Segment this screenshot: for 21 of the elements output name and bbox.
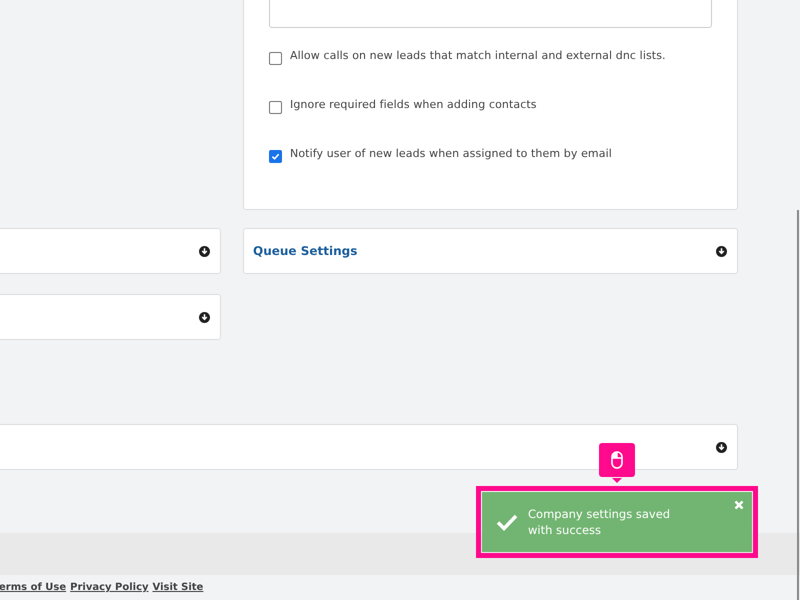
footer-link[interactable]: Privacy Policy xyxy=(70,582,149,593)
footer-link[interactable]: Visit Site xyxy=(152,582,204,593)
expand-icon[interactable] xyxy=(716,246,727,256)
close-icon[interactable] xyxy=(734,500,744,510)
option-label: Allow calls on new leads that match internal and external dnc lists. xyxy=(290,48,666,64)
toast-message: Company settings saved with success xyxy=(528,506,672,538)
checkbox[interactable] xyxy=(269,150,282,163)
checkmark-icon xyxy=(496,513,518,531)
panel-title: Queue Settings xyxy=(253,244,358,258)
option-label: Notify user of new leads when assigned to them by email xyxy=(290,146,612,162)
option-label: Ignore required fields when adding contacts xyxy=(290,97,537,113)
collapsed-panel[interactable] xyxy=(0,424,738,470)
queue-settings-panel[interactable]: Queue Settings xyxy=(243,228,738,274)
input-field[interactable] xyxy=(269,0,712,28)
expand-icon[interactable] xyxy=(199,312,210,322)
scrollbar[interactable] xyxy=(797,210,799,600)
checkbox[interactable] xyxy=(269,52,282,65)
expand-icon[interactable] xyxy=(716,442,727,452)
checkbox[interactable] xyxy=(269,101,282,114)
expand-icon[interactable] xyxy=(199,246,210,256)
mouse-icon xyxy=(611,451,623,469)
